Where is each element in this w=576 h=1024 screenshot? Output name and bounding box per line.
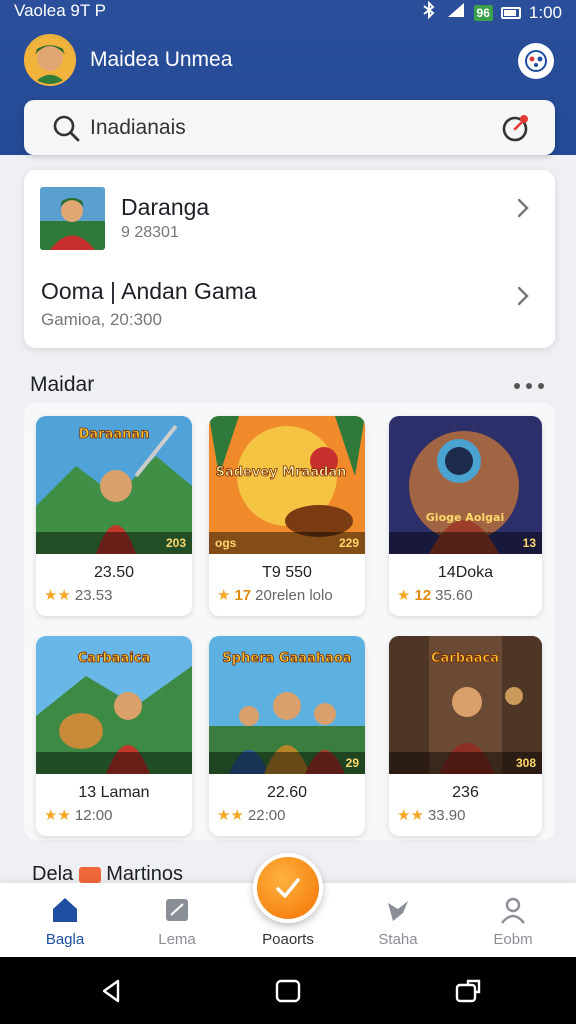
home-icon — [53, 898, 77, 922]
nav-item-staha[interactable]: Staha — [353, 895, 443, 948]
game-art: Daraanan 203 — [36, 416, 192, 554]
game-card[interactable]: Daraanan 203 23.50 ★★ 23.53 — [36, 416, 192, 616]
star-icon: ★★ — [44, 807, 71, 824]
home-button-icon[interactable] — [274, 977, 302, 1005]
section-title: Maidar — [30, 373, 95, 396]
tablet-icon — [166, 899, 188, 921]
nav-item-profile[interactable]: Eobm — [468, 895, 558, 948]
search-icon — [53, 115, 80, 142]
featured-card: Daranga 9 28301 Ooma | Andan Gama Gamioa… — [24, 170, 555, 348]
game-meta: ★★ 33.90 — [397, 806, 466, 825]
svg-text:Gioge Aolgai: Gioge Aolgai — [426, 511, 504, 524]
primary-action-button[interactable] — [253, 853, 323, 923]
game-title: T9 550 — [262, 564, 312, 581]
game-art: Gioge Aolgai 13 — [389, 416, 542, 554]
game-meta: ★ 12 35.60 — [397, 586, 473, 605]
game-card[interactable]: Carbaaica 13 Laman ★★ 12:00 — [36, 636, 192, 836]
timer-icon[interactable] — [501, 113, 531, 143]
badge-icon — [78, 866, 101, 883]
nav-item-home[interactable]: Bagla — [20, 895, 110, 948]
game-art: Carbaaca 308 — [389, 636, 542, 774]
svg-text:Sadevey Mraadan: Sadevey Mraadan — [216, 465, 347, 480]
avatar[interactable] — [24, 34, 76, 86]
star-icon: ★★ — [217, 807, 244, 824]
wand-icon — [388, 901, 408, 921]
back-icon[interactable] — [98, 977, 126, 1005]
game-art: Sadevey Mraadan ogs 229 — [209, 416, 365, 554]
star-icon: ★★ — [44, 587, 71, 604]
game-grid: Daraanan 203 23.50 ★★ 23.53 Sadevey Mraa… — [24, 403, 555, 840]
game-card[interactable]: Sphera Gaaahaoa 29 22.60 ★★ 22:00 — [209, 636, 365, 836]
game-art: Sphera Gaaahaoa 29 — [209, 636, 365, 774]
status-time: 1:00 — [528, 2, 562, 22]
featured-subtitle: 9 28301 — [121, 224, 179, 241]
game-card[interactable]: Gioge Aolgai 13 14Doka ★ 12 35.60 — [389, 416, 542, 616]
game-art-strip: ogs 229 — [209, 532, 365, 554]
search-bar[interactable] — [24, 100, 555, 155]
star-icon: ★ — [217, 587, 231, 604]
game-art-strip: 203 — [36, 532, 192, 554]
user-name: Maidea Unmea — [90, 48, 233, 71]
user-icon — [501, 897, 525, 924]
svg-text:Daraanan: Daraanan — [79, 427, 150, 442]
more-icon[interactable] — [512, 380, 546, 392]
game-title: 22.60 — [266, 784, 308, 801]
game-title: 14Doka — [437, 564, 494, 581]
featured-title-2[interactable]: Ooma | Andan Gama — [41, 278, 257, 305]
svg-text:Sphera Gaaahaoa: Sphera Gaaahaoa — [222, 651, 351, 666]
status-bar: Vaolea 9T P 96 1:00 — [0, 0, 576, 24]
game-title: 13 Laman — [78, 784, 150, 801]
game-art: Carbaaica — [36, 636, 192, 774]
game-meta: ★★ 23.53 — [44, 586, 113, 605]
game-meta: ★ 17 20relen lolo — [217, 586, 333, 605]
featured-thumbnail[interactable] — [40, 187, 105, 250]
status-icons: 96 1:00 — [420, 0, 562, 24]
game-title: 23.50 — [93, 564, 135, 581]
app-header: Vaolea 9T P 96 1:00 Maidea Unmea — [0, 0, 576, 155]
chevron-right-icon[interactable] — [515, 284, 531, 308]
chevron-right-icon[interactable] — [515, 196, 531, 220]
status-carrier: Vaolea 9T P — [14, 1, 106, 20]
game-art-strip: 13 — [389, 532, 542, 554]
nav-item-lema[interactable]: Lema — [132, 895, 222, 948]
star-icon: ★★ — [397, 807, 424, 824]
game-art-strip: 29 — [209, 752, 365, 774]
network-badge: 96 — [473, 4, 493, 21]
check-icon — [276, 878, 300, 898]
game-card[interactable]: Carbaaca 308 236 ★★ 33.90 — [389, 636, 542, 836]
game-title: 236 — [452, 784, 479, 801]
controller-icon — [525, 50, 547, 72]
game-meta: ★★ 12:00 — [44, 806, 113, 825]
recents-icon[interactable] — [454, 977, 482, 1005]
battery-icon — [500, 6, 521, 19]
game-art-strip — [36, 752, 192, 774]
signal-icon — [446, 2, 466, 23]
svg-text:Carbaaica: Carbaaica — [78, 651, 151, 666]
game-controller-button[interactable] — [518, 43, 554, 79]
game-card[interactable]: Sadevey Mraadan ogs 229 T9 550 ★ 17 20rel… — [209, 416, 365, 616]
svg-text:Carbaaca: Carbaaca — [431, 651, 499, 666]
next-section-title: Dela Martinos — [32, 863, 183, 883]
featured-title[interactable]: Daranga — [121, 194, 209, 221]
game-meta: ★★ 22:00 — [217, 806, 286, 825]
search-input[interactable] — [90, 108, 490, 148]
star-icon: ★ — [397, 587, 411, 604]
featured-subtitle-2: Gamioa, 20:300 — [41, 310, 162, 329]
game-art-strip: 308 — [389, 752, 542, 774]
bluetooth-icon — [420, 0, 438, 24]
system-navigation — [0, 957, 576, 1024]
